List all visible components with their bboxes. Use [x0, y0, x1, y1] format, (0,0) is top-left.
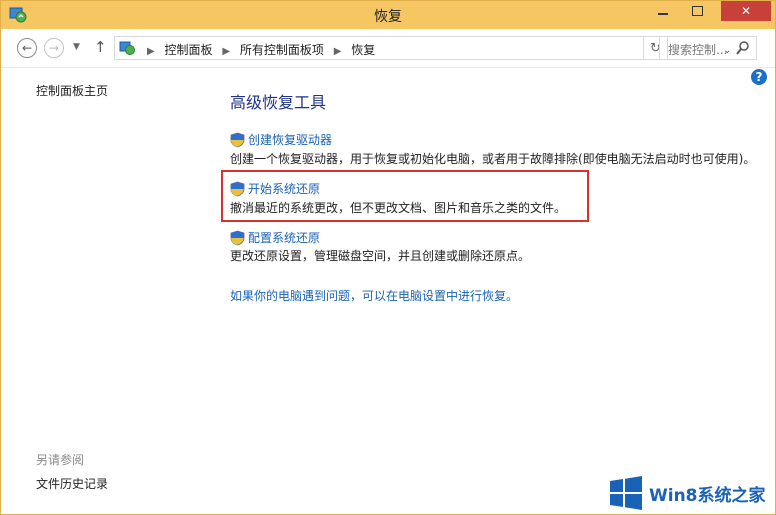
breadcrumb: ▶ 控制面板 ▶ 所有控制面板项 ▶ 恢复 — [141, 41, 375, 58]
breadcrumb-separator-icon[interactable]: ▶ — [222, 46, 230, 57]
configure-system-restore-label: 配置系统还原 — [248, 231, 321, 245]
uac-shield-icon — [230, 230, 245, 245]
breadcrumb-all-items[interactable]: 所有控制面板项 — [240, 43, 324, 57]
control-panel-window: 恢复 ✕ ← → ▼ ↑ ▶ 控制面板 ▶ 所有控制面板项 ▶ 恢复 ⌄ ↻ 搜… — [0, 0, 776, 515]
sidebar-control-panel-home-link[interactable]: 控制面板主页 — [36, 82, 108, 99]
title-bar: 恢复 ✕ — [1, 1, 775, 29]
forward-arrow-icon: → — [48, 41, 60, 55]
see-also-label: 另请参阅 — [36, 453, 85, 467]
minimize-icon — [658, 13, 668, 15]
create-recovery-drive-description: 创建一个恢复驱动器，用于恢复或初始化电脑，或者用于故障排除(即使电脑无法启动时也… — [230, 152, 756, 166]
back-arrow-icon: ← — [21, 41, 33, 55]
recent-locations-chevron-icon[interactable]: ▼ — [73, 42, 80, 52]
watermark: Win8系统之家 — [609, 474, 773, 514]
up-arrow-icon[interactable]: ↑ — [94, 38, 107, 56]
close-icon: ✕ — [740, 4, 752, 18]
address-bar[interactable]: ▶ 控制面板 ▶ 所有控制面板项 ▶ 恢复 ⌄ — [114, 36, 731, 60]
help-button[interactable]: ? — [751, 69, 767, 85]
page-title: 高级恢复工具 — [230, 93, 327, 112]
breadcrumb-separator-icon[interactable]: ▶ — [147, 46, 155, 57]
file-history-link[interactable]: 文件历史记录 — [36, 475, 108, 492]
configure-system-restore-link[interactable]: 配置系统还原 — [230, 229, 320, 246]
forward-button[interactable]: → — [44, 38, 64, 58]
search-placeholder: 搜索控制... — [668, 43, 728, 57]
navigation-bar: ← → ▼ ↑ ▶ 控制面板 ▶ 所有控制面板项 ▶ 恢复 ⌄ ↻ 搜索控制..… — [1, 29, 775, 68]
breadcrumb-control-panel[interactable]: 控制面板 — [165, 43, 213, 57]
configure-system-restore-description: 更改还原设置，管理磁盘空间，并且创建或删除还原点。 — [230, 249, 531, 263]
search-input[interactable]: 搜索控制... — [659, 36, 757, 60]
maximize-icon — [691, 6, 703, 16]
search-icon — [736, 41, 749, 55]
watermark-text: Win8系统之家 — [649, 486, 766, 506]
create-recovery-drive-label: 创建恢复驱动器 — [248, 133, 333, 147]
close-button[interactable]: ✕ — [721, 1, 771, 21]
breadcrumb-recovery[interactable]: 恢复 — [351, 43, 375, 57]
create-recovery-drive-link[interactable]: 创建恢复驱动器 — [230, 131, 332, 148]
minimize-button[interactable] — [649, 1, 677, 21]
highlight-box — [221, 170, 589, 222]
windows-logo-icon — [610, 476, 642, 510]
back-button[interactable]: ← — [17, 38, 37, 58]
pc-settings-recovery-link[interactable]: 如果你的电脑遇到问题，可以在电脑设置中进行恢复。 — [230, 287, 518, 304]
control-panel-icon — [119, 41, 135, 55]
uac-shield-icon — [230, 132, 245, 147]
maximize-button[interactable] — [683, 1, 711, 21]
breadcrumb-separator-icon[interactable]: ▶ — [334, 46, 342, 57]
